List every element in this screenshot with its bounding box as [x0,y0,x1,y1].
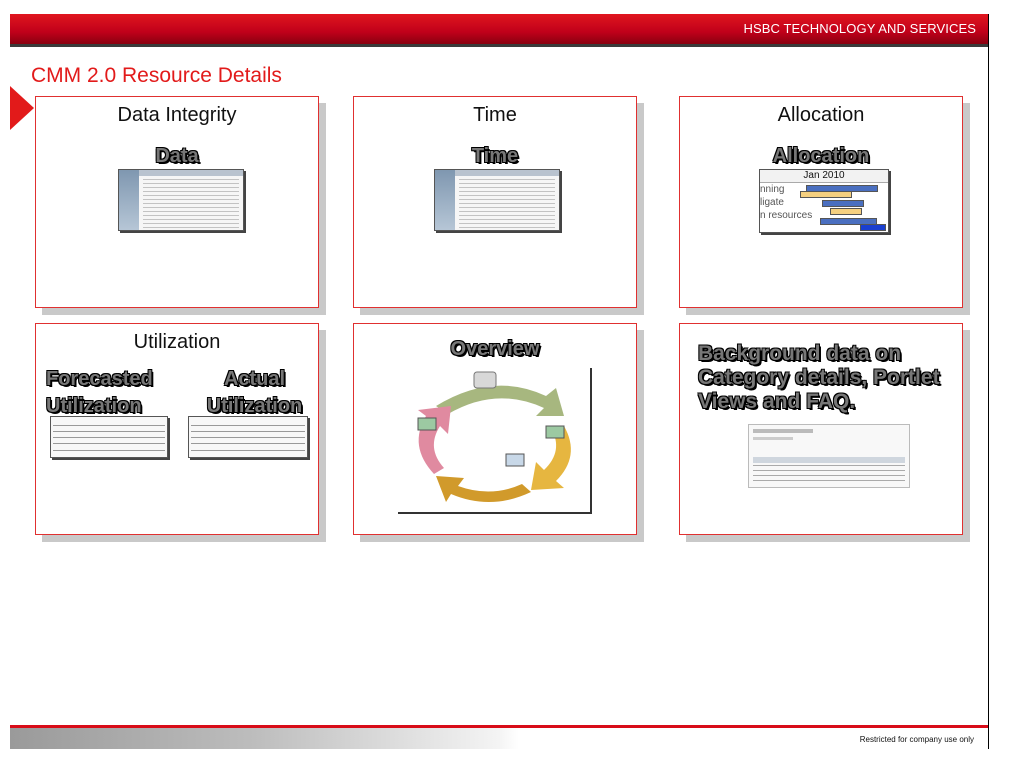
panel-subtitle: Overview [450,338,540,360]
header-bar: HSBC TECHNOLOGY AND SERVICES [10,14,988,44]
panel-title: Time [473,104,517,126]
slide-border [988,14,989,749]
panel-time[interactable]: Time Time [353,96,637,308]
data-screenshot-thumbnail[interactable] [118,169,244,231]
gantt-row-label: ligate [760,197,784,208]
gantt-row-label: nning [760,184,785,195]
header-divider [10,44,988,47]
background-data-thumbnail[interactable] [748,424,910,488]
cycle-diagram-icon [417,371,571,503]
company-name: HSBC TECHNOLOGY AND SERVICES [743,21,976,36]
panel-subtitle: Data [155,145,199,167]
panel-background-data[interactable]: Background data on Category details, Por… [679,323,963,535]
overview-cycle-diagram[interactable] [396,366,590,512]
restricted-notice: Restricted for company use only [859,735,974,744]
time-screenshot-thumbnail[interactable] [434,169,560,231]
actual-utilization-thumbnail[interactable] [188,416,308,458]
panel-utilization[interactable]: Utilization Forecasted Utilization Actua… [35,323,319,535]
slide: HSBC TECHNOLOGY AND SERVICES CMM 2.0 Res… [10,14,988,749]
gantt-row-label: n resources [760,210,813,221]
panel-title: Allocation [777,104,865,126]
panel-data-integrity[interactable]: Data Integrity Data [35,96,319,308]
panel-subtitle: Allocation [772,145,870,167]
allocation-gantt-thumbnail[interactable]: Jan 2010 nning ligate n resources [759,169,889,233]
panel-allocation[interactable]: Allocation Allocation Jan 2010 nning lig… [679,96,963,308]
footer-strip [10,728,988,749]
actual-utilization-label: Actual Utilization [206,368,303,417]
background-data-text: Background data on Category details, Por… [698,342,940,413]
page-title: CMM 2.0 Resource Details [31,64,282,87]
gantt-month: Jan 2010 [760,170,888,183]
panel-title: Data Integrity [117,104,237,126]
title-marker-triangle [10,86,34,130]
panel-overview[interactable]: Overview [353,323,637,535]
forecasted-utilization-label: Forecasted Utilization [46,368,153,417]
forecasted-utilization-thumbnail[interactable] [50,416,168,458]
panel-title: Utilization [133,331,221,353]
panel-subtitle: Time [471,145,519,167]
